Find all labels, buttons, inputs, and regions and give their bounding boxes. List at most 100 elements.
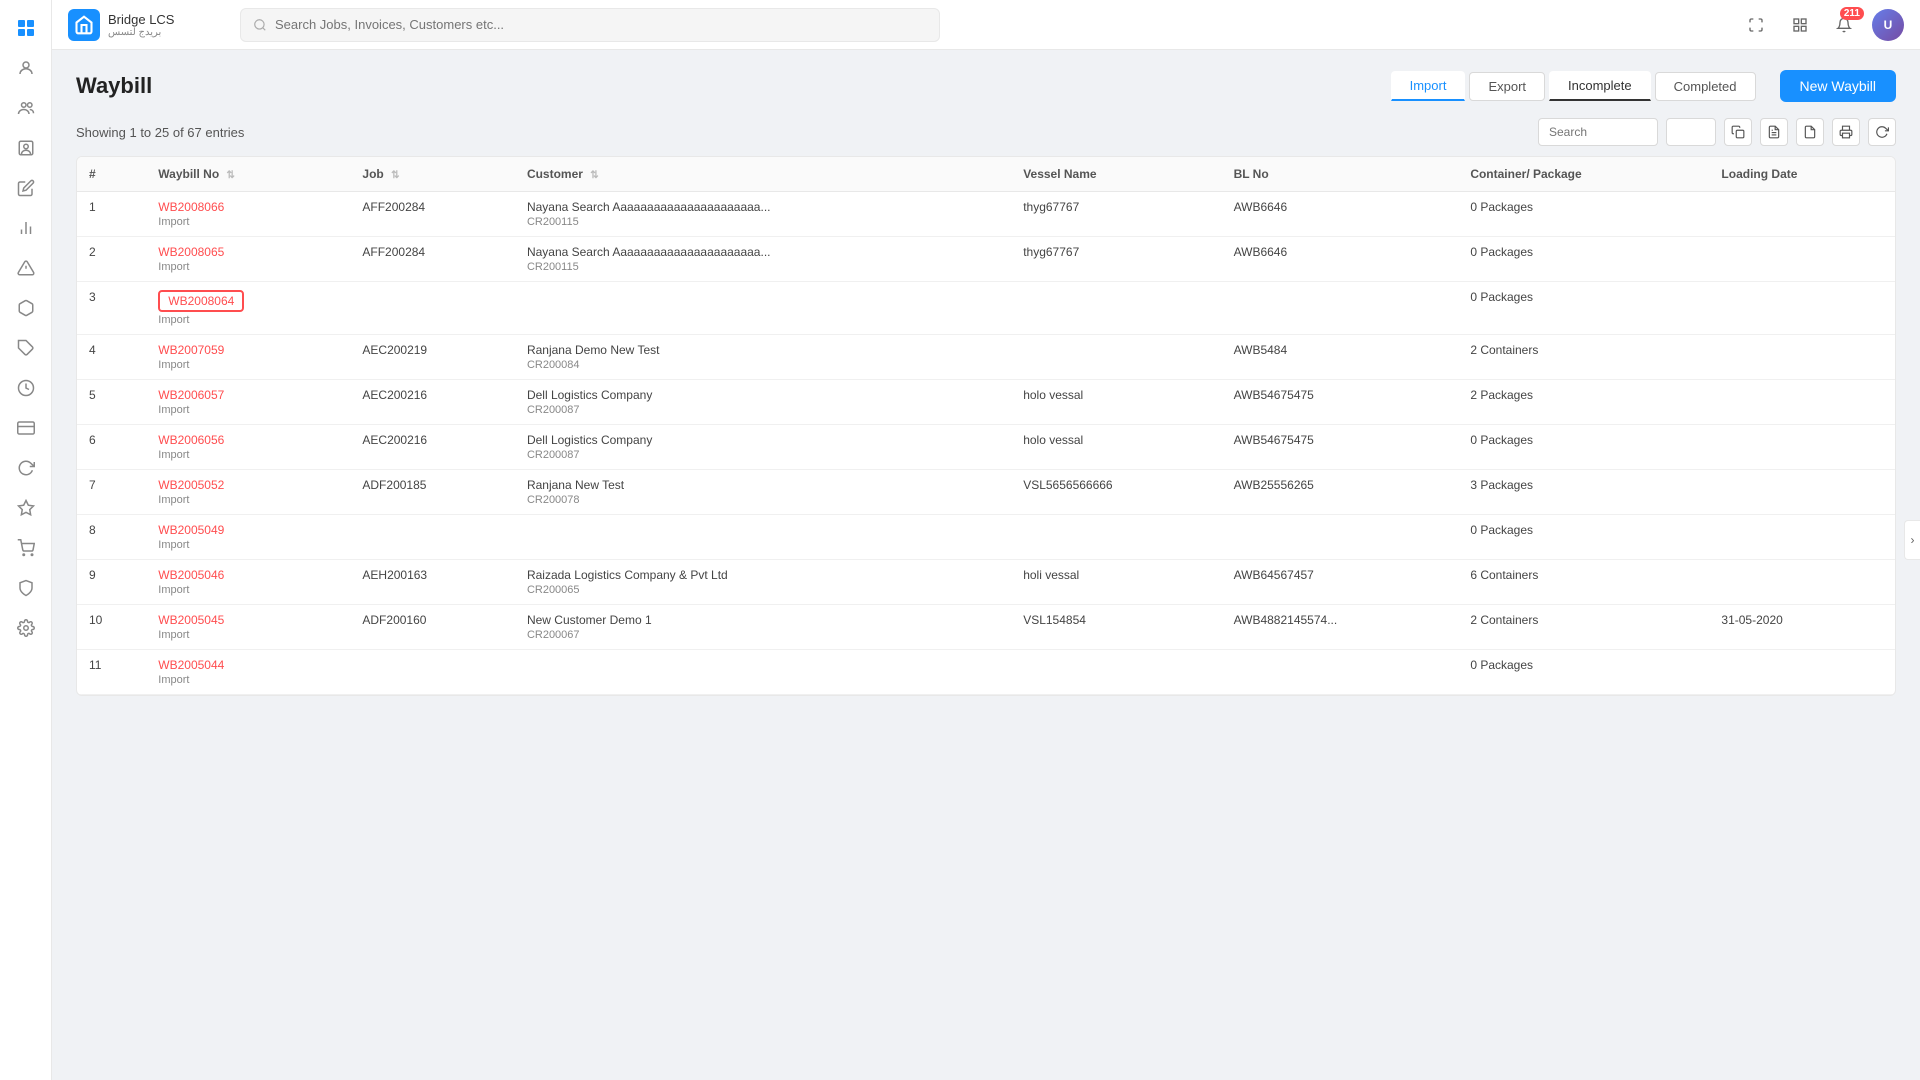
waybill-link[interactable]: WB2005049: [158, 523, 224, 537]
cell-job: ADF200160: [350, 605, 515, 650]
col-bl: BL No: [1222, 157, 1459, 192]
waybill-link[interactable]: WB2005052: [158, 478, 224, 492]
cell-waybill: WB2005049Import: [146, 515, 350, 560]
cell-customer: Nayana Search Aaaaaaaaaaaaaaaaaaaaaa...C…: [515, 192, 1011, 237]
waybill-link[interactable]: WB2006056: [158, 433, 224, 447]
sidebar-item-grid[interactable]: [8, 10, 44, 46]
cell-container: 0 Packages: [1458, 192, 1709, 237]
brand-name: Bridge LCS: [108, 12, 174, 27]
waybill-link[interactable]: WB2005045: [158, 613, 224, 627]
sidebar-item-chart[interactable]: [8, 210, 44, 246]
sidebar-item-settings[interactable]: [8, 610, 44, 646]
cell-loading: 31-05-2020: [1709, 605, 1895, 650]
cell-loading: [1709, 650, 1895, 695]
cell-bl: AWB64567457: [1222, 560, 1459, 605]
waybill-link[interactable]: WB2006057: [158, 388, 224, 402]
page-size-input[interactable]: 25: [1666, 118, 1716, 146]
sidebar-item-contact[interactable]: [8, 130, 44, 166]
sidebar-collapse-handle[interactable]: ›: [1904, 520, 1920, 560]
cell-loading: [1709, 560, 1895, 605]
waybill-link[interactable]: WB2008064: [168, 294, 234, 308]
col-job[interactable]: Job ⇅: [350, 157, 515, 192]
sidebar-item-shield[interactable]: [8, 570, 44, 606]
cell-bl: [1222, 515, 1459, 560]
cell-job: ADF200185: [350, 470, 515, 515]
export-pdf-button[interactable]: [1796, 118, 1824, 146]
cell-num: 8: [77, 515, 146, 560]
search-bar[interactable]: [240, 8, 940, 42]
cell-num: 7: [77, 470, 146, 515]
sidebar-item-cart[interactable]: [8, 530, 44, 566]
cell-vessel: [1011, 335, 1221, 380]
cell-container: 2 Containers: [1458, 605, 1709, 650]
cell-num: 4: [77, 335, 146, 380]
export-excel-button[interactable]: [1760, 118, 1788, 146]
table-search-input[interactable]: [1538, 118, 1658, 146]
cell-vessel: holo vessal: [1011, 380, 1221, 425]
cell-num: 11: [77, 650, 146, 695]
tab-export[interactable]: Export: [1469, 72, 1545, 101]
sidebar-item-card[interactable]: [8, 410, 44, 446]
cell-job: AEC200219: [350, 335, 515, 380]
apps-button[interactable]: [1784, 9, 1816, 41]
fullscreen-button[interactable]: [1740, 9, 1772, 41]
sidebar-item-star[interactable]: [8, 490, 44, 526]
cell-waybill: WB2008066Import: [146, 192, 350, 237]
cell-loading: [1709, 470, 1895, 515]
sidebar-item-users[interactable]: [8, 90, 44, 126]
navbar: Bridge LCS بريدج لتسس 211 U: [52, 0, 1920, 50]
cell-waybill: WB2006057Import: [146, 380, 350, 425]
cell-vessel: VSL154854: [1011, 605, 1221, 650]
cell-bl: AWB54675475: [1222, 425, 1459, 470]
table-row: 2 WB2008065Import AFF200284 Nayana Searc…: [77, 237, 1895, 282]
table-row: 10 WB2005045Import ADF200160 New Custome…: [77, 605, 1895, 650]
table-row: 9 WB2005046Import AEH200163 Raizada Logi…: [77, 560, 1895, 605]
sidebar-item-alert[interactable]: [8, 250, 44, 286]
sidebar-item-clock[interactable]: [8, 370, 44, 406]
col-num: #: [77, 157, 146, 192]
avatar[interactable]: U: [1872, 9, 1904, 41]
brand-logo: [68, 9, 100, 41]
search-input[interactable]: [275, 17, 927, 32]
sidebar-item-refresh[interactable]: [8, 450, 44, 486]
table-row: 5 WB2006057Import AEC200216 Dell Logisti…: [77, 380, 1895, 425]
cell-customer: [515, 282, 1011, 335]
table-row: 8 WB2005049Import 0 Packages: [77, 515, 1895, 560]
waybill-link[interactable]: WB2007059: [158, 343, 224, 357]
sidebar-item-tag[interactable]: [8, 330, 44, 366]
table-header-row: # Waybill No ⇅ Job ⇅ Customer ⇅ Vessel N…: [77, 157, 1895, 192]
waybill-link[interactable]: WB2008065: [158, 245, 224, 259]
cell-job: [350, 650, 515, 695]
new-waybill-button[interactable]: New Waybill: [1780, 70, 1897, 102]
cell-waybill: WB2008064Import: [146, 282, 350, 335]
col-vessel: Vessel Name: [1011, 157, 1221, 192]
cell-num: 10: [77, 605, 146, 650]
sidebar-item-user[interactable]: [8, 50, 44, 86]
cell-bl: [1222, 282, 1459, 335]
export-copy-button[interactable]: [1724, 118, 1752, 146]
tab-incomplete[interactable]: Incomplete: [1549, 71, 1651, 101]
cell-loading: [1709, 515, 1895, 560]
waybill-link[interactable]: WB2008066: [158, 200, 224, 214]
waybill-link[interactable]: WB2005044: [158, 658, 224, 672]
cell-loading: [1709, 380, 1895, 425]
col-waybill[interactable]: Waybill No ⇅: [146, 157, 350, 192]
waybill-link[interactable]: WB2005046: [158, 568, 224, 582]
table-row: 6 WB2006056Import AEC200216 Dell Logisti…: [77, 425, 1895, 470]
col-customer[interactable]: Customer ⇅: [515, 157, 1011, 192]
sidebar-item-edit[interactable]: [8, 170, 44, 206]
entries-info: Showing 1 to 25 of 67 entries: [76, 125, 1530, 140]
cell-loading: [1709, 425, 1895, 470]
notification-badge: 211: [1840, 7, 1864, 20]
tab-completed[interactable]: Completed: [1655, 72, 1756, 101]
table-row: 3 WB2008064Import 0 Packages: [77, 282, 1895, 335]
sidebar-item-box[interactable]: [8, 290, 44, 326]
tab-import[interactable]: Import: [1391, 71, 1466, 101]
cell-loading: [1709, 237, 1895, 282]
cell-customer: Nayana Search Aaaaaaaaaaaaaaaaaaaaaa...C…: [515, 237, 1011, 282]
notification-button[interactable]: 211: [1828, 9, 1860, 41]
cell-job: AEH200163: [350, 560, 515, 605]
refresh-button[interactable]: [1868, 118, 1896, 146]
brand-subtitle: بريدج لتسس: [108, 27, 174, 38]
print-button[interactable]: [1832, 118, 1860, 146]
